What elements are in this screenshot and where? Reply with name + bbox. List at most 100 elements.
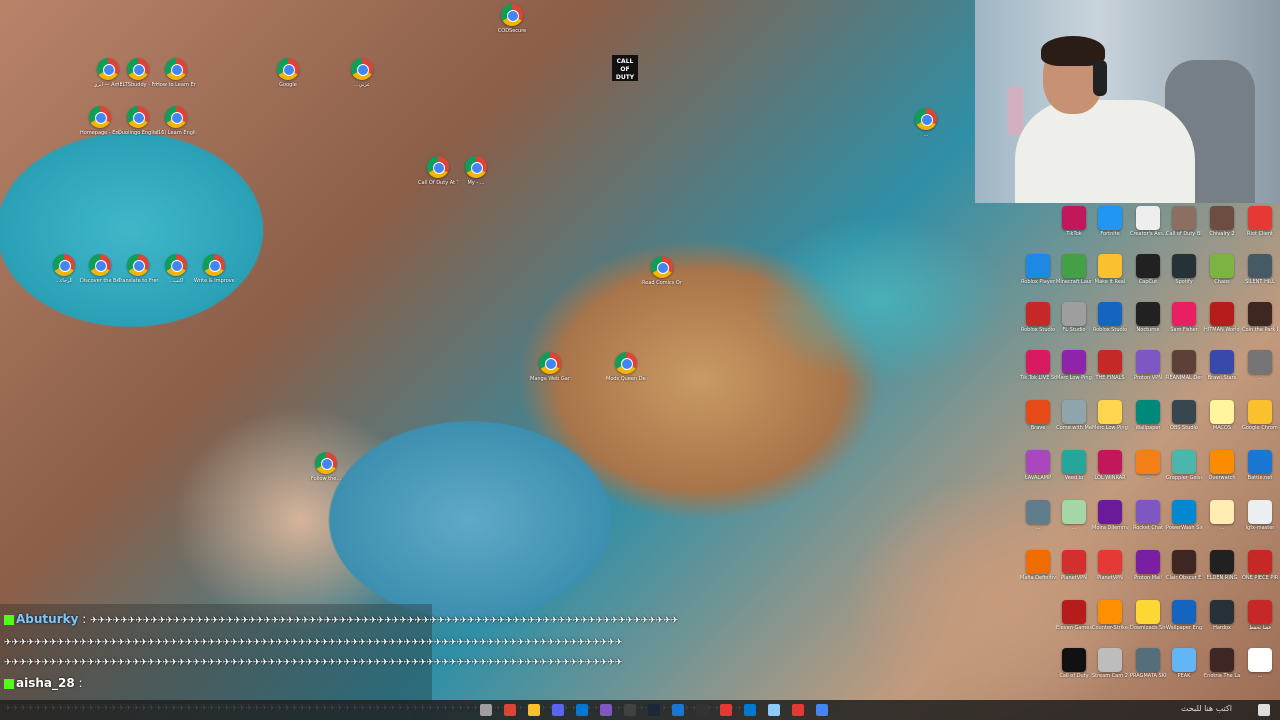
desktop-app-shortcut[interactable]: Roblox Studio [1020, 302, 1056, 333]
desktop-shortcut[interactable]: Duolingo English Te... [118, 106, 158, 136]
explorer-icon[interactable] [528, 704, 540, 716]
desktop-app-shortcut[interactable]: Call of Duty [1056, 648, 1092, 679]
desktop-app-shortcut[interactable]: Sam Fisher [1166, 302, 1202, 333]
desktop-app-shortcut[interactable]: ... [1130, 450, 1166, 481]
desktop-shortcut[interactable]: Translate to French Itali... [118, 254, 158, 284]
desktop-shortcut[interactable]: My - ... [456, 156, 496, 186]
desktop-app-shortcut[interactable]: Grappler Geiss [1166, 450, 1202, 481]
desktop-app-shortcut[interactable]: THE FINALS [1092, 350, 1128, 381]
desktop-app-shortcut[interactable]: Merc Low Ping 2023 [1092, 400, 1128, 431]
desktop-shortcut[interactable]: Follow the... [306, 452, 346, 482]
desktop-app-shortcut[interactable]: Nocturne [1130, 302, 1166, 333]
desktop-shortcut[interactable]: Manga Web Games [530, 352, 570, 382]
desktop-app-shortcut[interactable]: Battle.net [1242, 450, 1278, 481]
desktop-shortcut[interactable]: Discover the Best Stud... [80, 254, 120, 284]
desktop-app-shortcut[interactable]: Brave [1020, 400, 1056, 431]
chrome-2-icon[interactable] [816, 704, 828, 716]
desktop-shortcut[interactable]: Mods Queen Decoder [606, 352, 646, 382]
proton-vpn-icon[interactable] [600, 704, 612, 716]
desktop-app-shortcut[interactable]: Chivalry 2 [1204, 206, 1240, 237]
desktop-shortcut[interactable]: Homepage - English in ... [80, 106, 120, 136]
battle-net-icon[interactable] [672, 704, 684, 716]
desktop-shortcut[interactable]: Write & Improve wi... [194, 254, 234, 284]
desktop-app-shortcut[interactable]: OBS Studio [1166, 400, 1202, 431]
store-icon[interactable] [744, 704, 756, 716]
desktop-app-shortcut[interactable]: Minecraft Launcher [1056, 254, 1092, 285]
desktop-shortcut[interactable]: Read Comics Online fo... [642, 256, 682, 286]
desktop-app-shortcut[interactable]: Proton VPN [1130, 350, 1166, 381]
desktop-app-shortcut[interactable]: Brawl Stars [1204, 350, 1240, 381]
desktop-shortcut[interactable]: ...اكتب [156, 254, 196, 284]
desktop-app-shortcut[interactable]: ELDEN RING [1204, 550, 1240, 581]
desktop-app-shortcut[interactable]: Merc Low Ping 2023 [1056, 350, 1092, 381]
desktop-app-shortcut[interactable]: Riot Client [1242, 206, 1278, 237]
desktop-app-shortcut[interactable]: Roblox Player [1020, 254, 1056, 285]
terminal-icon[interactable] [696, 704, 708, 716]
desktop-app-shortcut[interactable]: Veed.io [1056, 450, 1092, 481]
desktop-app-shortcut[interactable]: Tik Tok LIVE Studio [1020, 350, 1056, 381]
taskbar-search[interactable]: اكتب هنا للبحث [1181, 704, 1232, 713]
desktop-shortcut[interactable]: ... [906, 108, 946, 138]
desktop-app-shortcut[interactable]: Hardox [1204, 600, 1240, 631]
desktop-app-shortcut[interactable]: ... [1242, 350, 1278, 381]
desktop-app-shortcut[interactable]: Moira Dilemma ... [1092, 500, 1128, 531]
desktop-app-shortcut[interactable]: PlanetVPN [1092, 550, 1128, 581]
desktop-app-shortcut[interactable]: MACOS [1204, 400, 1240, 431]
chrome-icon[interactable] [504, 704, 516, 716]
desktop-app-shortcut[interactable]: LOL WINRAR [1092, 450, 1128, 481]
desktop-app-shortcut[interactable]: REANIMAL Demo [1166, 350, 1202, 381]
discord-icon[interactable] [552, 704, 564, 716]
desktop-app-shortcut[interactable]: Counter-Strike 2 [1092, 600, 1128, 631]
desktop-app-shortcut[interactable]: FL Studio [1056, 302, 1092, 333]
steam-icon[interactable] [648, 704, 660, 716]
desktop-shortcut[interactable]: How to Learn English in... [156, 58, 196, 88]
desktop-app-shortcut[interactable]: فضا تحفظ [1242, 600, 1278, 631]
desktop-app-shortcut[interactable]: PRAGMATA SKETCHBO... [1130, 648, 1166, 679]
riot-icon[interactable] [792, 704, 804, 716]
desktop-app-shortcut[interactable]: Stream Cam 2.1.2 [1092, 648, 1128, 679]
desktop-app-shortcut[interactable]: Roblox Studio [1092, 302, 1128, 333]
desktop-app-shortcut[interactable]: PowerWash Simulator [1166, 500, 1202, 531]
desktop-app-shortcut[interactable]: CapCut [1130, 254, 1166, 285]
desktop-app-shortcut[interactable]: Overwatch [1204, 450, 1240, 481]
desktop-app-shortcut[interactable]: Downloads Shortcut [1130, 600, 1166, 631]
desktop-app-shortcut[interactable]: HITMAN World of ... [1204, 302, 1240, 333]
desktop-app-shortcut[interactable]: Rocket Chat [1130, 500, 1166, 531]
desktop-app-shortcut[interactable]: SILENT HILL [1242, 254, 1278, 285]
desktop-app-shortcut[interactable]: ... [1056, 500, 1092, 531]
desktop-app-shortcut[interactable]: PEAK [1166, 648, 1202, 679]
desktop-app-shortcut[interactable]: Call of Duty Black Ops [1166, 206, 1202, 237]
desktop-app-shortcut[interactable]: Creator's Ass... [1130, 206, 1166, 237]
edge-icon[interactable] [576, 704, 588, 716]
desktop-shortcut[interactable]: ...الرجاء [44, 254, 84, 284]
desktop-app-shortcut[interactable]: Proton Mail [1130, 550, 1166, 581]
desktop-app-shortcut[interactable]: Eleven Games [1056, 600, 1092, 631]
desktop-app-shortcut[interactable]: ... [1204, 500, 1240, 531]
desktop-app-shortcut[interactable]: Google Chrome [1242, 400, 1278, 431]
desktop-app-shortcut[interactable]: Come with Me [1056, 400, 1092, 431]
windows-start-icon[interactable] [1258, 704, 1270, 716]
desktop-app-shortcut[interactable]: ... [1242, 648, 1278, 679]
desktop-app-shortcut[interactable]: TikTok [1056, 206, 1092, 237]
settings-icon[interactable] [480, 704, 492, 716]
desktop-app-shortcut[interactable]: Fortnite [1092, 206, 1128, 237]
desktop-shortcut[interactable]: CODSecure [492, 4, 532, 34]
desktop-app-shortcut[interactable]: Mafia Definitive ... [1020, 550, 1056, 581]
desktop-app-shortcut[interactable]: Wallpaper Engine [1166, 600, 1202, 631]
desktop-shortcut[interactable]: (16) Learn English W... [156, 106, 196, 136]
cloud-icon[interactable] [768, 704, 780, 716]
desktop-app-shortcut[interactable]: igfx-master [1242, 500, 1278, 531]
desktop-shortcut[interactable]: Google [268, 58, 308, 88]
desktop-app-shortcut[interactable]: Enotria The Last Song [1204, 648, 1240, 679]
desktop-app-shortcut[interactable]: LAVALAMP [1020, 450, 1056, 481]
desktop-app-shortcut[interactable]: ONE PIECE PIRATE WA... [1242, 550, 1278, 581]
desktop-shortcut[interactable]: ...عربي [342, 58, 382, 88]
desktop-app-shortcut[interactable]: ... [1020, 500, 1056, 531]
call-of-duty-icon[interactable]: CALL OF DUTY [612, 55, 638, 81]
desktop-shortcut[interactable]: Call Of Duty At The ... [418, 156, 458, 186]
desktop-app-shortcut[interactable]: Wallpaper [1130, 400, 1166, 431]
obs-icon[interactable] [624, 704, 636, 716]
desktop-app-shortcut[interactable]: Make it Real [1092, 254, 1128, 285]
desktop-app-shortcut[interactable]: Coin the Park Rats [1242, 302, 1278, 333]
desktop-app-shortcut[interactable]: Chaos [1204, 254, 1240, 285]
